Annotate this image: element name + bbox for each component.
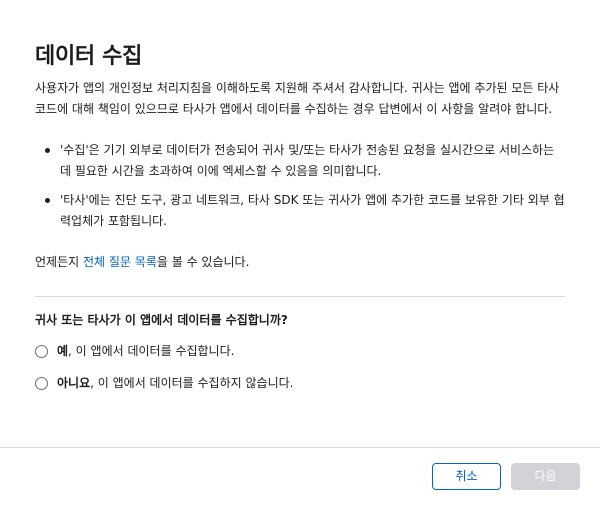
option-no[interactable]: 아니요, 이 앱에서 데이터를 수집하지 않습니다.	[35, 373, 293, 394]
radio-yes[interactable]	[35, 345, 48, 358]
data-collection-dialog: 데이터 수집 사용자가 앱의 개인정보 처리지침을 이해하도록 지원해 주셔서 …	[0, 0, 600, 506]
option-yes-text: , 이 앱에서 데이터를 수집합니다.	[68, 344, 235, 358]
bullet-icon	[45, 198, 50, 203]
faq-link[interactable]: 전체 질문 목록	[83, 255, 157, 269]
dialog-content: 데이터 수집 사용자가 앱의 개인정보 처리지침을 이해하도록 지원해 주셔서 …	[0, 0, 600, 448]
definition-collect: '수집'은 기기 외부로 데이터가 전송되어 귀사 및/또는 타사가 전송된 요…	[60, 143, 555, 178]
next-button[interactable]: 다음	[511, 463, 580, 490]
faq-suffix: 을 볼 수 있습니다.	[156, 255, 250, 269]
dialog-footer: 취소 다음	[0, 447, 600, 506]
faq-text: 언제든지 전체 질문 목록을 볼 수 있습니다.	[35, 252, 249, 273]
option-no-text: , 이 앱에서 데이터를 수집하지 않습니다.	[90, 376, 294, 390]
option-yes-strong: 예	[57, 344, 69, 358]
radio-no[interactable]	[35, 377, 48, 390]
definition-list: '수집'은 기기 외부로 데이터가 전송되어 귀사 및/또는 타사가 전송된 요…	[35, 140, 565, 240]
section-divider	[35, 296, 565, 297]
faq-prefix: 언제든지	[35, 255, 83, 269]
dialog-title: 데이터 수집	[35, 44, 143, 69]
definition-third-party: '타사'에는 진단 도구, 광고 네트워크, 타사 SDK 또는 귀사가 앱에 …	[60, 193, 565, 228]
list-item: '수집'은 기기 외부로 데이터가 전송되어 귀사 및/또는 타사가 전송된 요…	[35, 140, 565, 182]
option-yes[interactable]: 예, 이 앱에서 데이터를 수집합니다.	[35, 341, 234, 362]
cancel-button[interactable]: 취소	[432, 463, 501, 490]
option-no-strong: 아니요	[57, 376, 91, 390]
collection-question: 귀사 또는 타사가 이 앱에서 데이터를 수집합니까?	[35, 313, 288, 327]
list-item: '타사'에는 진단 도구, 광고 네트워크, 타사 SDK 또는 귀사가 앱에 …	[35, 190, 565, 232]
intro-text: 사용자가 앱의 개인정보 처리지침을 이해하도록 지원해 주셔서 감사합니다. …	[35, 81, 560, 116]
bullet-icon	[45, 148, 50, 153]
